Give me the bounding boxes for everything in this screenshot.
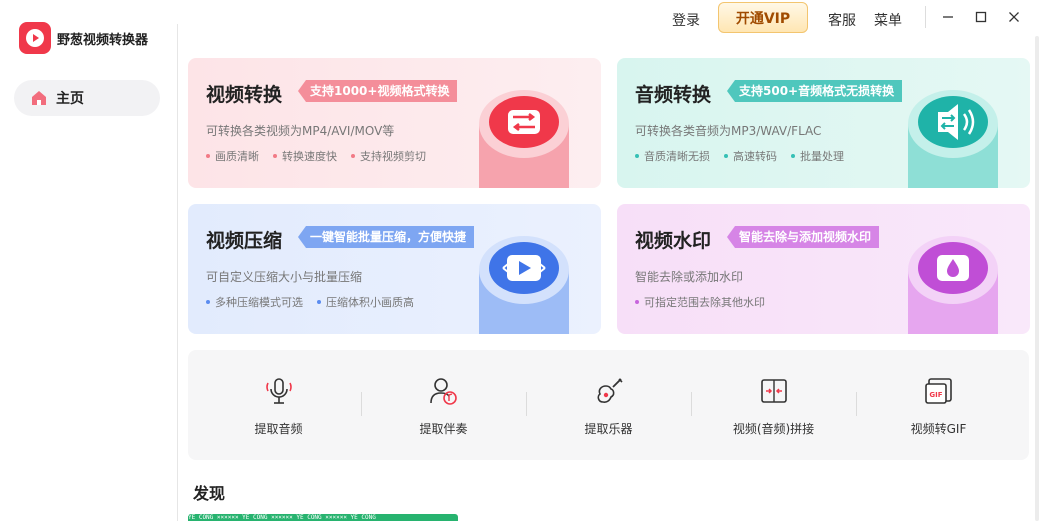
video-compress-icon: [479, 236, 569, 334]
accompaniment-icon: [429, 378, 457, 405]
bullet-text: 音质清晰无损: [644, 150, 710, 163]
microphone-icon: [265, 378, 292, 404]
bullet-text: 压缩体积小画质高: [326, 296, 414, 309]
home-icon: [32, 91, 46, 105]
sidebar-item-label: 主页: [56, 91, 84, 107]
card-title: 视频转换: [206, 84, 283, 106]
card-tag: 一键智能批量压缩，方便快捷: [298, 226, 475, 248]
card-bullets: 音质清晰无损 高速转码 批量处理: [635, 148, 858, 164]
sidebar: 野葱视频转换器 主页: [0, 0, 178, 521]
audio-convert-icon: [908, 90, 998, 188]
tool-label: 提取乐器: [584, 422, 633, 436]
bullet-item: 画质清晰: [206, 148, 259, 164]
bullet-text: 批量处理: [800, 150, 844, 163]
card-bullets: 可指定范围去除其他水印: [635, 294, 779, 310]
card-tag: 智能去除与添加视频水印: [727, 226, 880, 248]
card-tag: 支持500+音频格式无损转换: [727, 80, 903, 102]
scrollbar[interactable]: [1035, 36, 1039, 521]
tool-video-to-gif[interactable]: GIF 视频转GIF: [856, 350, 1021, 460]
bullet-item: 可指定范围去除其他水印: [635, 294, 765, 310]
close-icon: [1009, 12, 1019, 22]
bullet-item: 转换速度快: [273, 148, 337, 164]
bullet-item: 批量处理: [791, 148, 844, 164]
card-bullets: 多种压缩模式可选 压缩体积小画质高: [206, 294, 428, 310]
card-title: 音频转换: [635, 84, 712, 106]
card-video-convert[interactable]: 视频转换 支持1000+视频格式转换 可转换各类视频为MP4/AVI/MOV等 …: [188, 58, 601, 188]
sidebar-item-home[interactable]: 主页: [14, 80, 160, 116]
bullet-text: 支持视频剪切: [360, 150, 426, 163]
bullet-item: 压缩体积小画质高: [317, 294, 414, 310]
tool-extract-audio[interactable]: 提取音频: [196, 350, 361, 460]
bullet-item: 音质清晰无损: [635, 148, 710, 164]
vip-button[interactable]: 开通VIP: [718, 2, 808, 33]
maximize-icon: [975, 11, 987, 23]
tool-label: 提取音频: [254, 422, 303, 436]
minimize-button[interactable]: [939, 8, 957, 26]
card-desc: 可转换各类视频为MP4/AVI/MOV等: [206, 124, 395, 138]
sidebar-divider: [177, 24, 178, 521]
bullet-text: 多种压缩模式可选: [215, 296, 303, 309]
tool-label: 提取伴奏: [419, 422, 468, 436]
app-logo: 野葱视频转换器: [19, 22, 148, 54]
bullet-text: 可指定范围去除其他水印: [644, 296, 765, 309]
video-convert-icon: [479, 90, 569, 188]
card-tag: 支持1000+视频格式转换: [298, 80, 458, 102]
customer-service-link[interactable]: 客服: [828, 10, 856, 30]
tool-merge[interactable]: 视频(音频)拼接: [691, 350, 856, 460]
bullet-text: 高速转码: [733, 150, 777, 163]
app-name: 野葱视频转换器: [57, 32, 149, 48]
card-title: 视频压缩: [206, 230, 283, 252]
app-logo-icon: [19, 22, 51, 54]
gif-icon: GIF: [924, 378, 952, 404]
tool-extract-instrument[interactable]: 提取乐器: [526, 350, 691, 460]
tool-label: 视频(音频)拼接: [732, 422, 815, 436]
guitar-icon: [597, 378, 623, 403]
menu-link[interactable]: 菜单: [874, 10, 902, 30]
minimize-icon: [943, 16, 953, 18]
card-desc: 可转换各类音频为MP3/WAV/FLAC: [635, 124, 822, 138]
card-video-compress[interactable]: 视频压缩 一键智能批量压缩，方便快捷 可自定义压缩大小与批量压缩 多种压缩模式可…: [188, 204, 601, 334]
card-title: 视频水印: [635, 230, 712, 252]
card-video-watermark[interactable]: 视频水印 智能去除与添加视频水印 智能去除或添加水印 可指定范围去除其他水印: [617, 204, 1030, 334]
card-desc: 智能去除或添加水印: [635, 270, 744, 284]
bullet-text: 画质清晰: [215, 150, 259, 163]
close-button[interactable]: [1005, 8, 1023, 26]
bullet-text: 转换速度快: [282, 150, 337, 163]
tool-extract-accompaniment[interactable]: 提取伴奏: [361, 350, 526, 460]
card-bullets: 画质清晰 转换速度快 支持视频剪切: [206, 148, 440, 164]
login-link[interactable]: 登录: [672, 10, 700, 30]
merge-icon: [760, 379, 787, 403]
window-controls-divider: [925, 6, 926, 28]
discover-title: 发现: [193, 484, 226, 503]
bullet-item: 高速转码: [724, 148, 777, 164]
bullet-item: 多种压缩模式可选: [206, 294, 303, 310]
maximize-button[interactable]: [972, 8, 990, 26]
bullet-item: 支持视频剪切: [351, 148, 426, 164]
tool-label: 视频转GIF: [910, 422, 967, 436]
card-audio-convert[interactable]: 音频转换 支持500+音频格式无损转换 可转换各类音频为MP3/WAV/FLAC…: [617, 58, 1030, 188]
card-desc: 可自定义压缩大小与批量压缩: [206, 270, 363, 284]
tools-panel: 提取音频 提取伴奏 提取乐器 视频(音频)拼接 GIF 视频转GIF: [188, 350, 1029, 460]
svg-text:GIF: GIF: [929, 391, 942, 399]
video-watermark-icon: [908, 236, 998, 334]
discover-banner[interactable]: YE CONG ×××××× YE CONG ×××××× YE CONG ××…: [188, 514, 458, 521]
